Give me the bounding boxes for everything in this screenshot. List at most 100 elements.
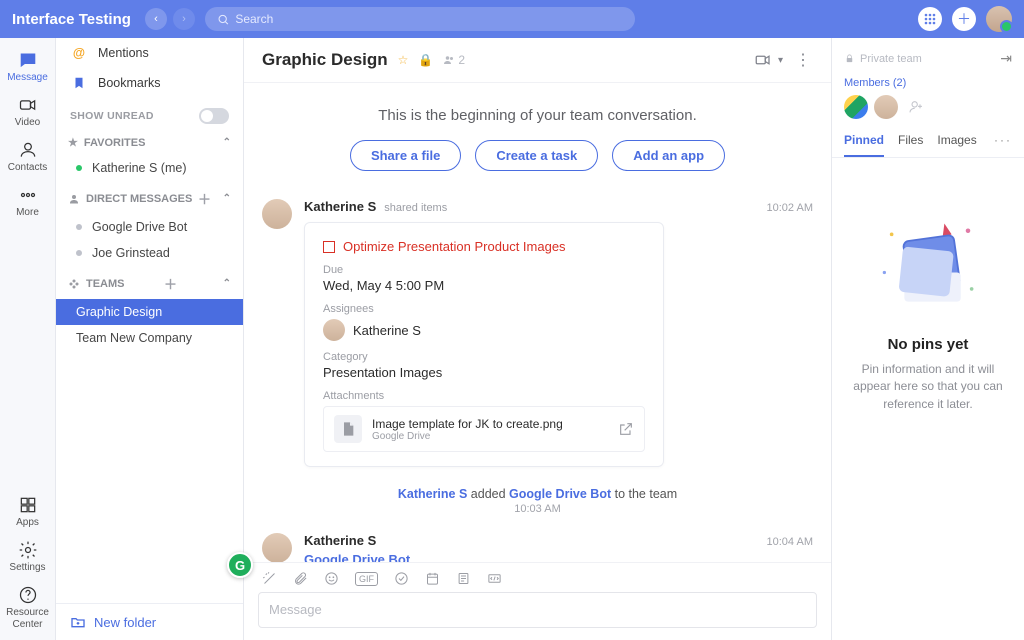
task-checkbox-icon[interactable] bbox=[323, 241, 335, 253]
new-action-button[interactable]: ＋ bbox=[952, 7, 976, 31]
calendar-icon[interactable] bbox=[425, 571, 440, 586]
team-item-label: Graphic Design bbox=[76, 305, 162, 319]
dm-item-drivebot[interactable]: Google Drive Bot bbox=[56, 214, 243, 240]
team-details-panel: Private team ⇥ Members (2) Pinned Files … bbox=[832, 38, 1024, 640]
nav-forward-button[interactable]: › bbox=[173, 8, 195, 30]
sidebar-item-bookmarks[interactable]: Bookmarks bbox=[56, 68, 243, 98]
gif-icon[interactable]: GIF bbox=[355, 572, 378, 586]
tab-images[interactable]: Images bbox=[937, 133, 976, 157]
rail-label-apps: Apps bbox=[16, 517, 39, 528]
video-icon bbox=[18, 95, 38, 115]
team-item-new-company[interactable]: Team New Company bbox=[56, 325, 243, 351]
private-team-label: Private team bbox=[860, 53, 922, 65]
note-icon[interactable] bbox=[456, 571, 471, 586]
search-icon bbox=[217, 13, 229, 26]
rail-item-resource-center[interactable]: Resource Center bbox=[0, 579, 55, 640]
favorites-label: FAVORITES bbox=[84, 137, 146, 149]
tab-more-button[interactable]: ··· bbox=[994, 133, 1012, 157]
members-link[interactable]: Members (2) bbox=[844, 77, 906, 89]
empty-title: No pins yet bbox=[888, 336, 969, 353]
code-icon[interactable] bbox=[487, 571, 502, 586]
assignee-name: Katherine S bbox=[353, 323, 421, 338]
add-team-button[interactable]: ＋ bbox=[164, 274, 177, 293]
show-unread-toggle[interactable] bbox=[199, 108, 229, 124]
category-value: Presentation Images bbox=[323, 365, 645, 380]
sidebar-item-mentions[interactable]: @ Mentions bbox=[56, 38, 243, 68]
create-task-button[interactable]: Create a task bbox=[475, 140, 598, 171]
add-member-button[interactable] bbox=[904, 95, 928, 119]
assignee-avatar[interactable] bbox=[323, 319, 345, 341]
member-avatar-drivebot[interactable] bbox=[844, 95, 868, 119]
file-icon bbox=[334, 415, 362, 443]
open-attachment-button[interactable] bbox=[618, 421, 634, 437]
message-author[interactable]: Katherine S bbox=[304, 533, 376, 548]
team-item-graphic-design[interactable]: Graphic Design bbox=[56, 299, 243, 325]
member-avatar-katherine[interactable] bbox=[874, 95, 898, 119]
attachments-label: Attachments bbox=[323, 390, 645, 402]
rail-item-message[interactable]: Message bbox=[0, 44, 55, 89]
at-icon: @ bbox=[70, 46, 88, 60]
sys-actor[interactable]: Katherine S bbox=[398, 487, 467, 501]
more-options-button[interactable]: ⋮ bbox=[795, 50, 813, 70]
rail-label-message: Message bbox=[7, 72, 48, 83]
collapse-panel-button[interactable]: ⇥ bbox=[1000, 50, 1012, 67]
presence-dot-icon bbox=[76, 224, 82, 230]
start-video-button[interactable] bbox=[754, 51, 772, 69]
rail-item-apps[interactable]: Apps bbox=[0, 489, 55, 534]
top-bar: Interface Testing ‹ › ＋ bbox=[0, 0, 1024, 38]
due-value: Wed, May 4 5:00 PM bbox=[323, 278, 645, 293]
dm-section-header[interactable]: DIRECT MESSAGES ＋ ⌃ bbox=[56, 181, 243, 214]
dialpad-button[interactable] bbox=[918, 7, 942, 31]
tab-files[interactable]: Files bbox=[898, 133, 923, 157]
sidebar: @ Mentions Bookmarks SHOW UNREAD ★ FAVOR… bbox=[56, 38, 244, 640]
task-icon[interactable] bbox=[394, 571, 409, 586]
add-dm-button[interactable]: ＋ bbox=[198, 189, 211, 208]
favorites-section-header[interactable]: ★ FAVORITES ⌃ bbox=[56, 128, 243, 155]
wand-icon[interactable] bbox=[262, 571, 277, 586]
grammarly-icon[interactable]: G bbox=[227, 552, 253, 578]
rail-item-contacts[interactable]: Contacts bbox=[0, 134, 55, 179]
tab-pinned[interactable]: Pinned bbox=[844, 133, 884, 157]
add-app-button[interactable]: Add an app bbox=[612, 140, 725, 171]
share-file-button[interactable]: Share a file bbox=[350, 140, 461, 171]
folder-plus-icon bbox=[70, 614, 86, 630]
show-unread-heading: SHOW UNREAD bbox=[56, 98, 243, 128]
attachment-row[interactable]: Image template for JK to create.png Goog… bbox=[323, 406, 645, 452]
current-user-avatar[interactable] bbox=[986, 6, 1012, 32]
nav-back-button[interactable]: ‹ bbox=[145, 8, 167, 30]
conversation-body[interactable]: This is the beginning of your team conve… bbox=[244, 83, 831, 562]
search-container[interactable] bbox=[205, 7, 635, 31]
dm-item-joe[interactable]: Joe Grinstead bbox=[56, 240, 243, 266]
task-title: Optimize Presentation Product Images bbox=[343, 239, 566, 254]
emoji-icon[interactable] bbox=[324, 571, 339, 586]
sys-target[interactable]: Google Drive Bot bbox=[509, 487, 611, 501]
message-author[interactable]: Katherine S bbox=[304, 199, 376, 214]
chevron-up-icon: ⌃ bbox=[223, 137, 231, 148]
composer-input[interactable] bbox=[269, 602, 806, 617]
attach-icon[interactable] bbox=[293, 571, 308, 586]
composer-input-wrap[interactable] bbox=[258, 592, 817, 628]
star-outline-icon[interactable]: ☆ bbox=[398, 53, 409, 67]
presence-dot-icon bbox=[76, 165, 82, 171]
chevron-down-icon[interactable]: ▾ bbox=[778, 55, 783, 66]
task-title-row[interactable]: Optimize Presentation Product Images bbox=[323, 239, 645, 254]
rail-item-video[interactable]: Video bbox=[0, 89, 55, 134]
teams-section-header[interactable]: TEAMS ＋ ⌃ bbox=[56, 266, 243, 299]
teams-heading-label: TEAMS bbox=[86, 278, 125, 290]
message-link[interactable]: Google Drive Bot bbox=[304, 552, 813, 562]
avatar[interactable] bbox=[262, 533, 292, 562]
rail-item-settings[interactable]: Settings bbox=[0, 534, 55, 579]
sys-mid: added bbox=[467, 487, 509, 501]
new-folder-button[interactable]: New folder bbox=[56, 603, 243, 640]
task-card[interactable]: Optimize Presentation Product Images Due… bbox=[304, 222, 664, 467]
avatar[interactable] bbox=[262, 199, 292, 229]
members-icon[interactable]: 2 bbox=[443, 53, 465, 67]
rail-label-contacts: Contacts bbox=[8, 162, 47, 173]
message-item: Katherine S shared items 10:02 AM Optimi… bbox=[262, 193, 813, 473]
show-unread-label: SHOW UNREAD bbox=[70, 110, 154, 122]
attachment-source: Google Drive bbox=[372, 431, 563, 442]
favorite-item-self[interactable]: Katherine S (me) bbox=[56, 155, 243, 181]
dm-item-label: Google Drive Bot bbox=[92, 220, 187, 234]
search-input[interactable] bbox=[235, 12, 623, 26]
rail-item-more[interactable]: More bbox=[0, 179, 55, 224]
